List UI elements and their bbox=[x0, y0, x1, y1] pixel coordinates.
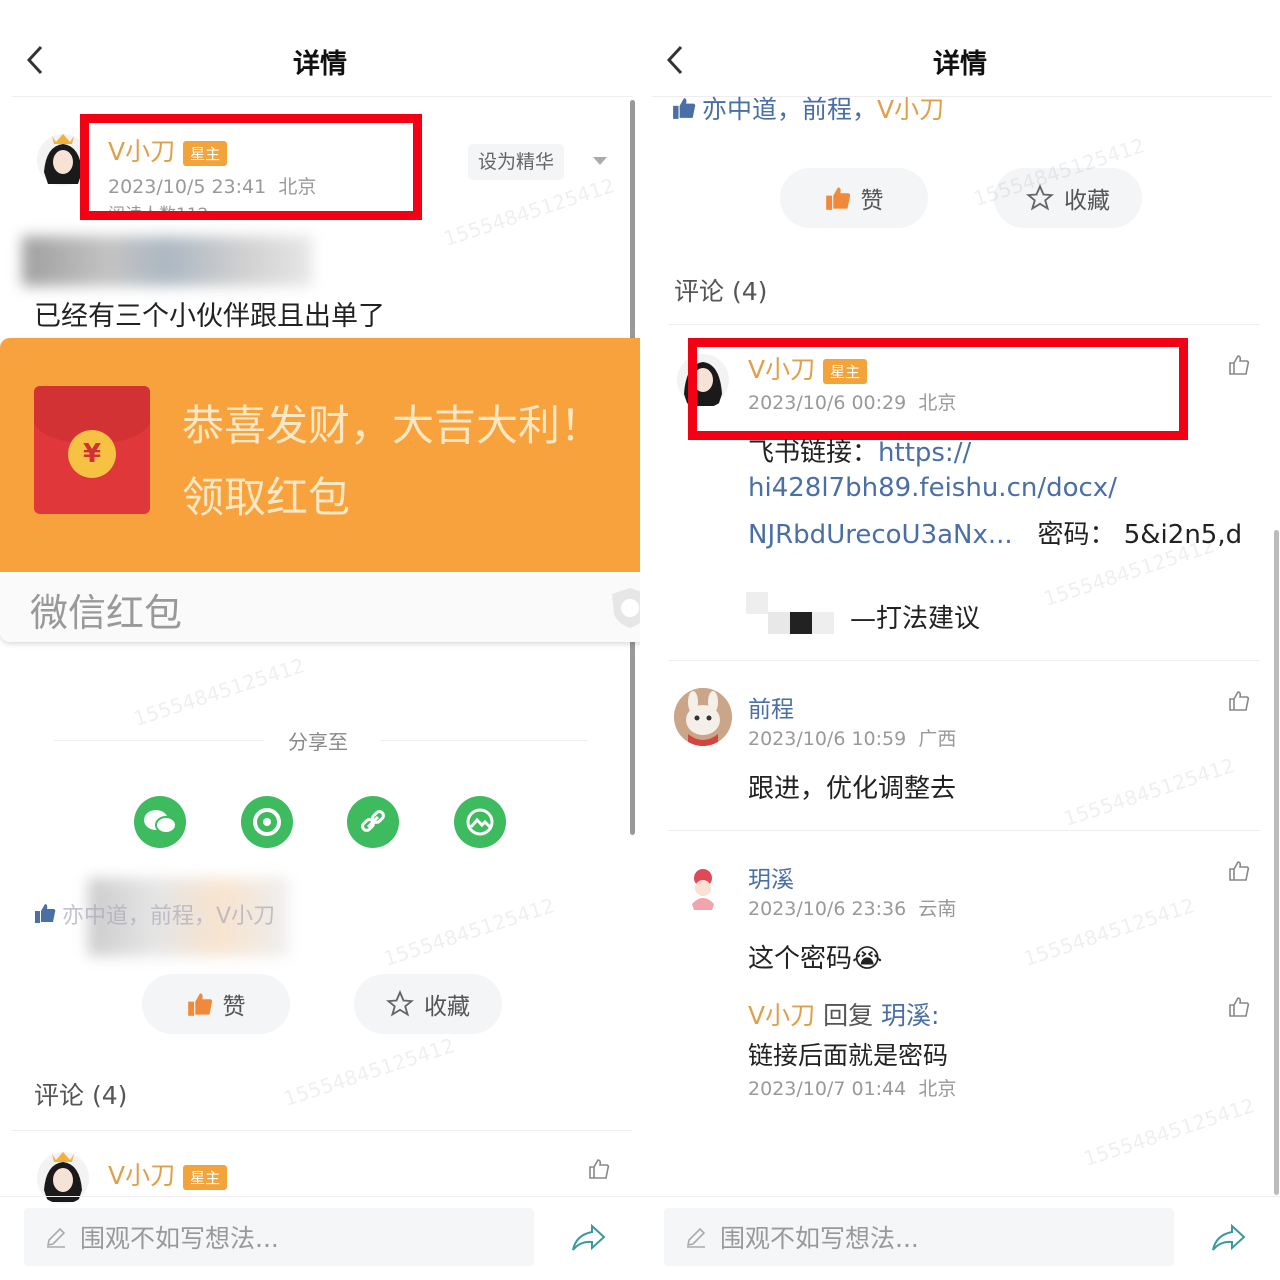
comment-text: 跟进，优化调整去 bbox=[748, 774, 957, 804]
owner-badge: 星主 bbox=[183, 1164, 228, 1190]
share-label: 分享至 bbox=[288, 730, 348, 754]
reply-from[interactable]: V小刀 bbox=[748, 1001, 815, 1030]
watermark: 15554845125412 bbox=[1020, 893, 1198, 971]
red-packet-greeting: 恭喜发财，大吉大利！ bbox=[182, 401, 603, 450]
comment-meta: 2023/10/6 10:59 广西 bbox=[748, 724, 956, 751]
collect-label: 收藏 bbox=[424, 994, 470, 1020]
page-title: 详情 bbox=[933, 49, 987, 80]
comment-text: 这个密码😭 bbox=[748, 944, 883, 974]
comment-meta: 2023/10/6 23:36 云南 bbox=[748, 894, 956, 921]
comment-location: 云南 bbox=[918, 898, 957, 920]
reply-time: 2023/10/7 01:44 bbox=[748, 1078, 907, 1100]
liker-2[interactable]: 前程， bbox=[802, 95, 877, 124]
watermark: 15554845125412 bbox=[130, 653, 308, 731]
link-prefix: 飞书链接： bbox=[748, 438, 879, 468]
comment-input[interactable]: 围观不如写想法... bbox=[664, 1208, 1174, 1266]
reply-to[interactable]: 玥溪: bbox=[881, 1001, 939, 1030]
left-screen: 详情 V小刀星主 2023/10/5 23:41 北京 阅读人数112 设为精华… bbox=[0, 0, 640, 1280]
password-text: 密码： 5&i2n5,d bbox=[1037, 520, 1243, 550]
thumb-up-outline-icon[interactable] bbox=[1228, 996, 1250, 1018]
comments-header: 评论 (4) bbox=[34, 1081, 128, 1110]
right-screen: 详情 亦中道，前程，V小刀 赞 收藏 评论 (4) V小刀 星主 2023/10/… bbox=[640, 0, 1280, 1280]
share-arrow-icon[interactable] bbox=[1210, 1222, 1246, 1254]
comment-text-tail: —打法建议 bbox=[850, 604, 981, 634]
thumb-up-outline-icon[interactable] bbox=[588, 1158, 610, 1180]
like-filled-icon bbox=[35, 904, 56, 923]
liker-1[interactable]: 亦中道， bbox=[702, 95, 802, 124]
watermark: 15554845125412 bbox=[1060, 753, 1238, 831]
collect-button[interactable]: 收藏 bbox=[354, 974, 502, 1034]
pixelated-redaction bbox=[746, 592, 834, 634]
watermark: 15554845125412 bbox=[280, 1033, 458, 1111]
reply-meta: 2023/10/7 01:44 北京 bbox=[748, 1074, 956, 1101]
highlight-box bbox=[80, 114, 422, 220]
thumb-up-icon bbox=[187, 993, 212, 1016]
image-share-icon[interactable] bbox=[454, 796, 506, 848]
star-icon bbox=[386, 990, 414, 1017]
comment-author[interactable]: 前程 bbox=[748, 690, 794, 724]
comment-time: 2023/10/6 23:36 bbox=[748, 898, 907, 920]
comment-time: 2023/10/6 10:59 bbox=[748, 728, 907, 750]
comment-author-row: V小刀 星主 bbox=[108, 1156, 228, 1192]
reply-text: 链接后面就是密码 bbox=[748, 1041, 949, 1070]
yen-icon: ¥ bbox=[68, 430, 116, 478]
blurred-content bbox=[22, 236, 312, 286]
thumb-up-outline-icon[interactable] bbox=[1228, 860, 1250, 882]
moments-share-icon[interactable] bbox=[241, 796, 293, 848]
comment-author[interactable]: V小刀 bbox=[108, 1161, 175, 1190]
post-text: 已经有三个小伙伴跟且出单了 bbox=[34, 301, 385, 332]
reply-header: V小刀 回复 玥溪: bbox=[748, 996, 939, 1032]
input-placeholder: 围观不如写想法... bbox=[720, 1224, 919, 1253]
thumb-up-outline-icon[interactable] bbox=[1228, 354, 1250, 376]
reply-location: 北京 bbox=[918, 1078, 957, 1100]
liker-3[interactable]: V小刀 bbox=[877, 95, 944, 124]
comment-input[interactable]: 围观不如写想法... bbox=[24, 1208, 534, 1266]
comment-author[interactable]: 玥溪 bbox=[748, 860, 794, 894]
red-packet-card[interactable]: ¥ 恭喜发财，大吉大利！ 领取红包 微信红包 bbox=[0, 338, 640, 642]
avatar[interactable] bbox=[674, 688, 732, 746]
highlight-box bbox=[688, 338, 1188, 440]
collect-button[interactable]: 收藏 bbox=[994, 168, 1142, 228]
like-button[interactable]: 赞 bbox=[780, 168, 928, 228]
chevron-down-icon[interactable] bbox=[592, 156, 608, 166]
pencil-icon bbox=[46, 1227, 66, 1248]
watermark: 15554845125412 bbox=[1080, 1093, 1258, 1171]
likers-list: 亦中道，前程，V小刀 bbox=[62, 904, 276, 929]
red-packet-icon: ¥ bbox=[34, 386, 150, 514]
collect-label: 收藏 bbox=[1064, 188, 1110, 214]
shield-icon bbox=[612, 588, 640, 628]
star-icon bbox=[1026, 184, 1054, 211]
like-button[interactable]: 赞 bbox=[142, 974, 290, 1034]
avatar[interactable] bbox=[674, 858, 732, 916]
comment-text: 飞书链接：https:// bbox=[748, 432, 971, 469]
thumb-up-outline-icon[interactable] bbox=[1228, 690, 1250, 712]
wechat-share-icon[interactable] bbox=[134, 796, 186, 848]
thumb-up-icon bbox=[825, 187, 850, 210]
link-share-icon[interactable] bbox=[347, 796, 399, 848]
input-placeholder: 围观不如写想法... bbox=[80, 1224, 279, 1253]
link-part-2[interactable]: hi428l7bh89.feishu.cn/docx/ bbox=[748, 473, 1117, 503]
link-part-1[interactable]: https:// bbox=[878, 438, 971, 468]
like-filled-icon bbox=[673, 98, 696, 119]
scrollbar[interactable] bbox=[1274, 530, 1279, 1195]
pencil-icon bbox=[686, 1227, 706, 1248]
page-title: 详情 bbox=[293, 49, 347, 80]
red-packet-footer: 微信红包 bbox=[30, 591, 183, 635]
likers-list: 亦中道，前程，V小刀 bbox=[702, 90, 944, 126]
comment-location: 广西 bbox=[918, 728, 957, 750]
red-packet-claim: 领取红包 bbox=[182, 473, 351, 522]
comment-text-line: NJRbdUrecoU3aNx... 密码： 5&i2n5,d bbox=[748, 514, 1242, 551]
set-featured-button[interactable]: 设为精华 bbox=[468, 144, 565, 180]
link-part-3[interactable]: NJRbdUrecoU3aNx... bbox=[748, 520, 1013, 550]
watermark: 15554845125412 bbox=[440, 173, 618, 251]
reply-word: 回复 bbox=[823, 1001, 874, 1030]
watermark: 15554845125412 bbox=[380, 893, 558, 971]
like-label: 赞 bbox=[222, 994, 246, 1020]
comments-header: 评论 (4) bbox=[674, 277, 768, 306]
like-label: 赞 bbox=[860, 188, 884, 214]
share-arrow-icon[interactable] bbox=[570, 1222, 606, 1254]
